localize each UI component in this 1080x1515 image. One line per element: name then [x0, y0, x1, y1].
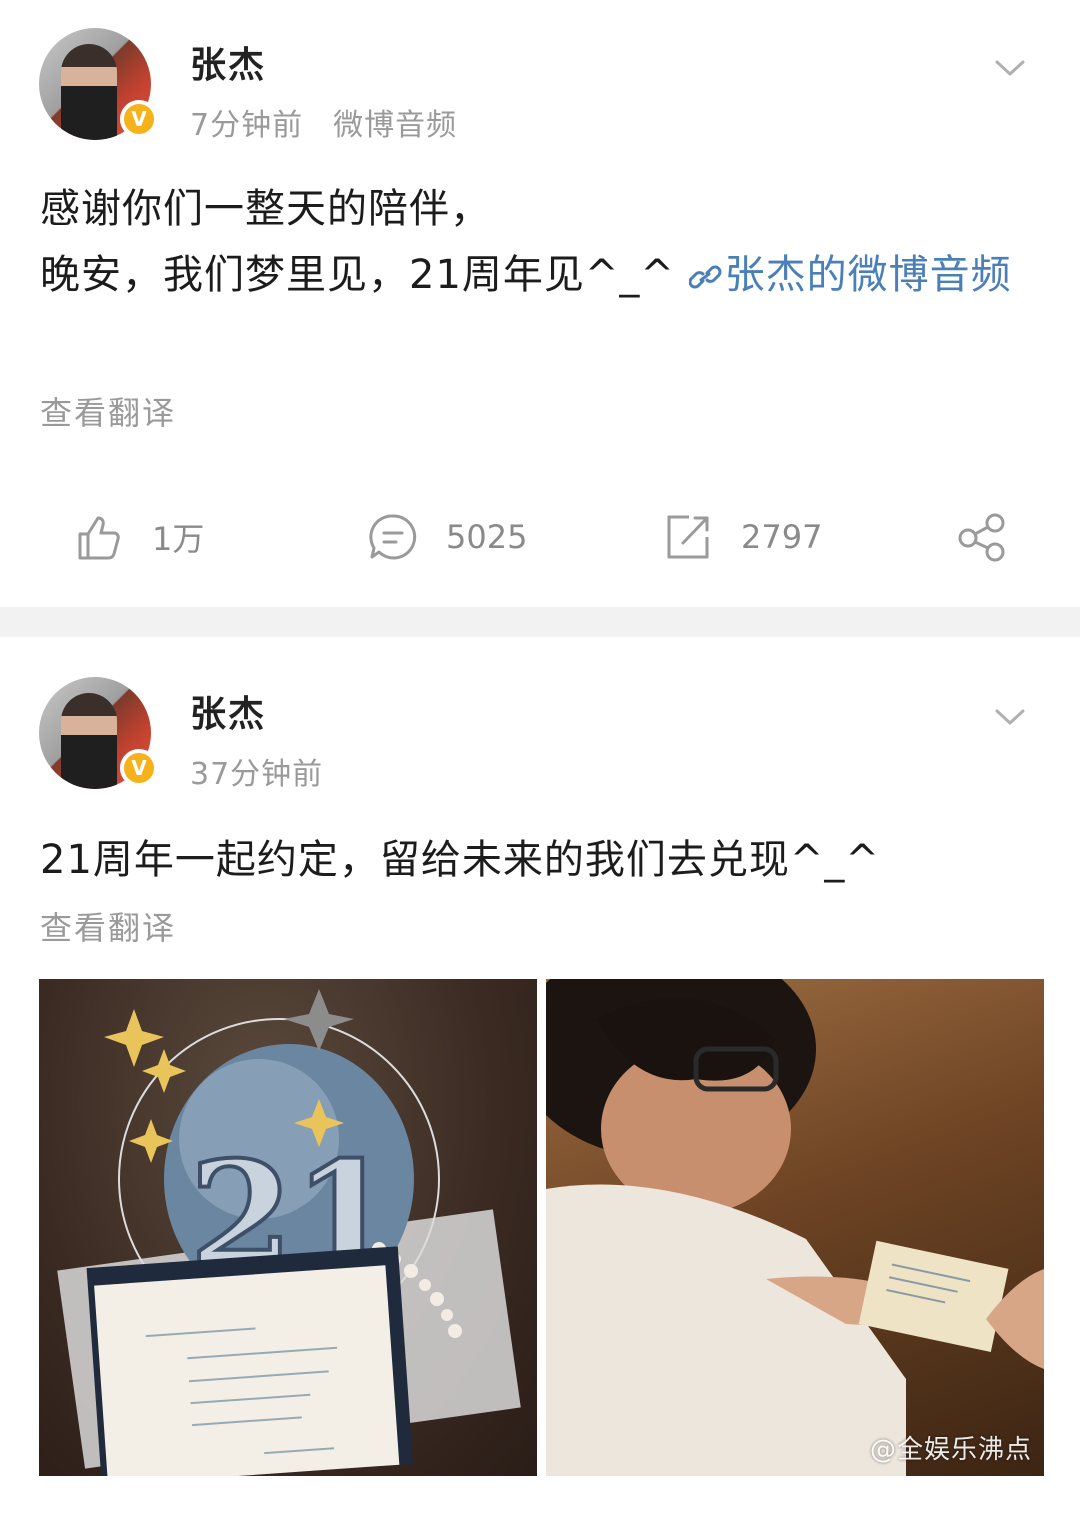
- cake-illustration: 21: [57, 989, 521, 1476]
- post-meta: 37分钟前: [190, 749, 323, 793]
- post-divider: [0, 607, 1080, 637]
- username[interactable]: 张杰: [190, 685, 266, 737]
- repost-count: 2797: [741, 518, 823, 556]
- username[interactable]: 张杰: [190, 36, 266, 88]
- audio-link-text[interactable]: 张杰的微博音频: [725, 252, 1012, 298]
- watermark: @全娱乐沸点: [869, 1435, 1032, 1465]
- content-line-2: 晚安，我们梦里见，21周年见^_^ 张杰的微博音频: [40, 242, 1030, 308]
- comment-button[interactable]: 5025: [368, 505, 527, 569]
- chevron-down-icon[interactable]: [994, 707, 1026, 727]
- verified-badge-icon: V: [120, 100, 158, 138]
- action-bar: 1万 5025 2797: [0, 505, 1080, 569]
- post-time: 37分钟前: [190, 757, 324, 792]
- share-icon: [958, 513, 1005, 562]
- verified-badge-icon: V: [120, 749, 158, 787]
- like-button[interactable]: 1万: [74, 505, 204, 569]
- writing-illustration: [546, 979, 1044, 1476]
- repost-icon: [667, 515, 709, 559]
- share-button[interactable]: [956, 505, 1008, 569]
- comment-count: 5025: [446, 518, 528, 556]
- writing-photo[interactable]: @全娱乐沸点: [546, 979, 1044, 1476]
- post-content: 感谢你们一整天的陪伴， 晚安，我们梦里见，21周年见^_^ 张杰的微博音频: [40, 176, 1030, 308]
- weibo-post-1: V 张杰 7分钟前 微博音频 感谢你们一整天的陪伴， 晚安，我们梦里见，21周年见…: [0, 0, 1080, 607]
- weibo-post-2: V 张杰 37分钟前 21周年一起约定，留给未来的我们去兑现^_^ 查看翻译 2…: [0, 637, 1080, 1515]
- like-icon: [78, 516, 120, 560]
- translate-link[interactable]: 查看翻译: [40, 903, 176, 949]
- content-line-2-text: 晚安，我们梦里见，21周年见^_^: [40, 252, 675, 298]
- audio-link[interactable]: 张杰的微博音频: [688, 252, 1012, 298]
- like-count: 1万: [152, 520, 205, 558]
- cake-photo[interactable]: 21: [39, 979, 537, 1476]
- comment-icon: [369, 514, 417, 560]
- content-line-1: 感谢你们一整天的陪伴，: [40, 186, 491, 232]
- post-content: 21周年一起约定，留给未来的我们去兑现^_^: [40, 837, 880, 883]
- repost-button[interactable]: 2797: [663, 505, 822, 569]
- link-chain-icon: [688, 265, 722, 289]
- post-time: 7分钟前: [190, 108, 304, 143]
- chevron-down-icon[interactable]: [994, 58, 1026, 78]
- post-source[interactable]: 微博音频: [333, 108, 457, 143]
- post-meta: 7分钟前 微博音频: [190, 100, 457, 144]
- translate-link[interactable]: 查看翻译: [40, 388, 176, 434]
